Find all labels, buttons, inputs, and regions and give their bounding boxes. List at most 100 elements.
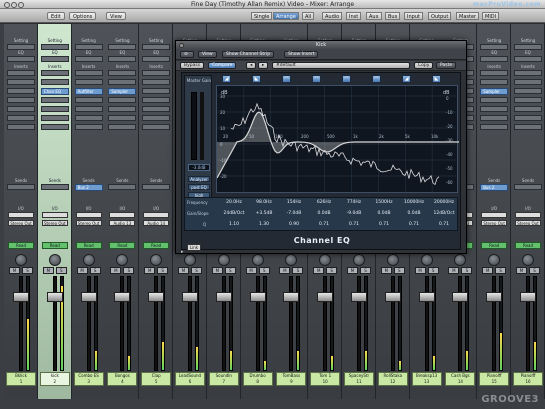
solo-button[interactable]: S: [224, 267, 236, 274]
volume-fader-cap[interactable]: [418, 292, 435, 302]
solo-button[interactable]: S: [292, 267, 304, 274]
volume-fader-track[interactable]: [221, 276, 226, 371]
insert-slot[interactable]: [74, 70, 103, 76]
pan-knob[interactable]: [522, 254, 534, 266]
solo-button[interactable]: S: [461, 267, 473, 274]
volume-fader-cap[interactable]: [13, 292, 29, 302]
track-name-label[interactable]: SoundIn 7: [208, 372, 239, 386]
insert-slot[interactable]: [108, 115, 137, 121]
insert-slot[interactable]: [7, 79, 35, 85]
track-name-label[interactable]: Breaksp13 13: [411, 372, 442, 386]
insert-slot[interactable]: [514, 88, 542, 94]
pan-knob[interactable]: [420, 254, 433, 266]
band-6-gain-value[interactable]: 0.0dB: [369, 209, 399, 219]
send-slot[interactable]: [142, 184, 171, 190]
volume-fader-cap[interactable]: [317, 292, 334, 302]
output-field[interactable]: Stereo Out: [481, 220, 508, 226]
band-8-enable-button[interactable]: ◣: [432, 75, 441, 83]
input-field[interactable]: [481, 212, 508, 218]
input-field[interactable]: [109, 212, 136, 218]
volume-fader-cap[interactable]: [283, 292, 300, 302]
channel-strip-1[interactable]: Setting EQ Inserts Sends I/O Stereo Out Read M S…: [4, 24, 38, 399]
insert-slot[interactable]: [514, 70, 542, 76]
volume-fader-cap[interactable]: [114, 292, 131, 302]
volume-fader-cap[interactable]: [384, 292, 401, 302]
solo-button[interactable]: S: [360, 267, 371, 274]
mute-button[interactable]: M: [279, 267, 291, 274]
volume-fader-cap[interactable]: [486, 292, 503, 302]
mute-button[interactable]: M: [42, 267, 54, 274]
pan-knob[interactable]: [353, 254, 365, 266]
insert-slot[interactable]: [480, 79, 509, 85]
eq-slot[interactable]: [480, 56, 509, 62]
pan-knob[interactable]: [251, 254, 264, 266]
options-menu[interactable]: Options: [69, 12, 97, 20]
insert-slot[interactable]: [480, 115, 509, 121]
insert-slot[interactable]: [142, 97, 171, 103]
volume-fader-cap[interactable]: [520, 292, 536, 302]
insert-slot[interactable]: [142, 70, 171, 76]
solo-button[interactable]: S: [529, 267, 540, 274]
band-5-freq-value[interactable]: 774Hz: [339, 198, 369, 208]
insert-slot[interactable]: [74, 124, 103, 130]
band-4-q-value[interactable]: 0.71: [309, 220, 339, 230]
send-slot[interactable]: [7, 184, 35, 190]
output-field[interactable]: Stereo Out: [75, 220, 102, 226]
mute-button[interactable]: M: [414, 267, 426, 274]
band-4-gain-value[interactable]: 0.0dB: [309, 209, 339, 219]
insert-slot[interactable]: [40, 106, 69, 112]
link-button[interactable]: Link: [187, 244, 201, 251]
band-7-enable-button[interactable]: ◢: [402, 75, 411, 83]
automation-read-button[interactable]: Read: [8, 242, 34, 249]
channel-strip-2[interactable]: Setting EQ Inserts Chan EQ Sends I/O Stereo Ou…: [37, 24, 72, 399]
mute-button[interactable]: M: [211, 267, 223, 274]
insert-slot[interactable]: [514, 97, 542, 103]
solo-button[interactable]: S: [393, 267, 405, 274]
eq-slot[interactable]: [108, 56, 137, 62]
insert-plugin-slot[interactable]: Sampler: [108, 88, 137, 95]
expand-arrow-icon[interactable]: ▸: [181, 249, 184, 255]
input-field[interactable]: [515, 212, 541, 218]
track-name-label[interactable]: Drumbo 8: [242, 372, 273, 386]
volume-fader-cap[interactable]: [351, 292, 367, 302]
insert-slot[interactable]: [40, 115, 69, 121]
mute-button[interactable]: M: [380, 267, 392, 274]
bypass-button[interactable]: Bypass: [180, 62, 205, 69]
band-2-gain-value[interactable]: +3.5dB: [249, 209, 279, 219]
plugin-title-bar[interactable]: Kick: [176, 41, 466, 50]
track-name-label[interactable]: Cash Bgs 14: [445, 372, 476, 386]
insert-plugin-slot[interactable]: Sampler: [480, 88, 509, 95]
band-8-gain-value[interactable]: 12dB/Oct: [429, 209, 459, 219]
channel-strip-16[interactable]: Setting EQ Inserts Sends I/O Stereo Out Read M S…: [511, 24, 545, 399]
mute-button[interactable]: M: [76, 267, 88, 274]
volume-fader-track[interactable]: [357, 276, 361, 371]
solo-button[interactable]: S: [258, 267, 270, 274]
pan-knob[interactable]: [217, 254, 230, 266]
volume-fader-track[interactable]: [526, 276, 530, 371]
mute-button[interactable]: M: [347, 267, 358, 274]
band-6-q-value[interactable]: 0.71: [369, 220, 399, 230]
track-name-label[interactable]: LeadSound 6: [175, 372, 205, 386]
insert-slot[interactable]: [108, 124, 137, 130]
eq-slot[interactable]: [40, 56, 69, 62]
insert-slot[interactable]: [40, 70, 69, 76]
volume-fader-cap[interactable]: [182, 292, 198, 302]
preset-menu[interactable]: #default: [272, 62, 410, 69]
band-1-gain-value[interactable]: 24dB/Oct: [219, 209, 249, 219]
band-2-q-value[interactable]: 1.30: [249, 220, 279, 230]
automation-read-button[interactable]: Read: [75, 242, 102, 249]
insert-slot[interactable]: [480, 124, 509, 130]
track-name-label[interactable]: Pianolff 16: [513, 372, 543, 386]
track-name-label[interactable]: SpaceyStr 11: [344, 372, 374, 386]
mute-button[interactable]: M: [9, 267, 20, 274]
band-7-freq-value[interactable]: 10000Hz: [399, 198, 429, 208]
mute-button[interactable]: M: [178, 267, 189, 274]
input-field[interactable]: [75, 212, 102, 218]
volume-fader-cap[interactable]: [46, 292, 63, 302]
tab-bus[interactable]: Bus: [385, 12, 401, 20]
insert-slot[interactable]: [108, 70, 137, 76]
show-channel-strip-button[interactable]: Show Channel Strip: [222, 51, 275, 58]
band-3-enable-button[interactable]: ◠: [282, 75, 291, 83]
channel-strip-3[interactable]: Setting EQ Inserts Autfilter Sends Bus 2 I/O St…: [71, 24, 106, 399]
tab-single[interactable]: Single: [251, 12, 273, 20]
